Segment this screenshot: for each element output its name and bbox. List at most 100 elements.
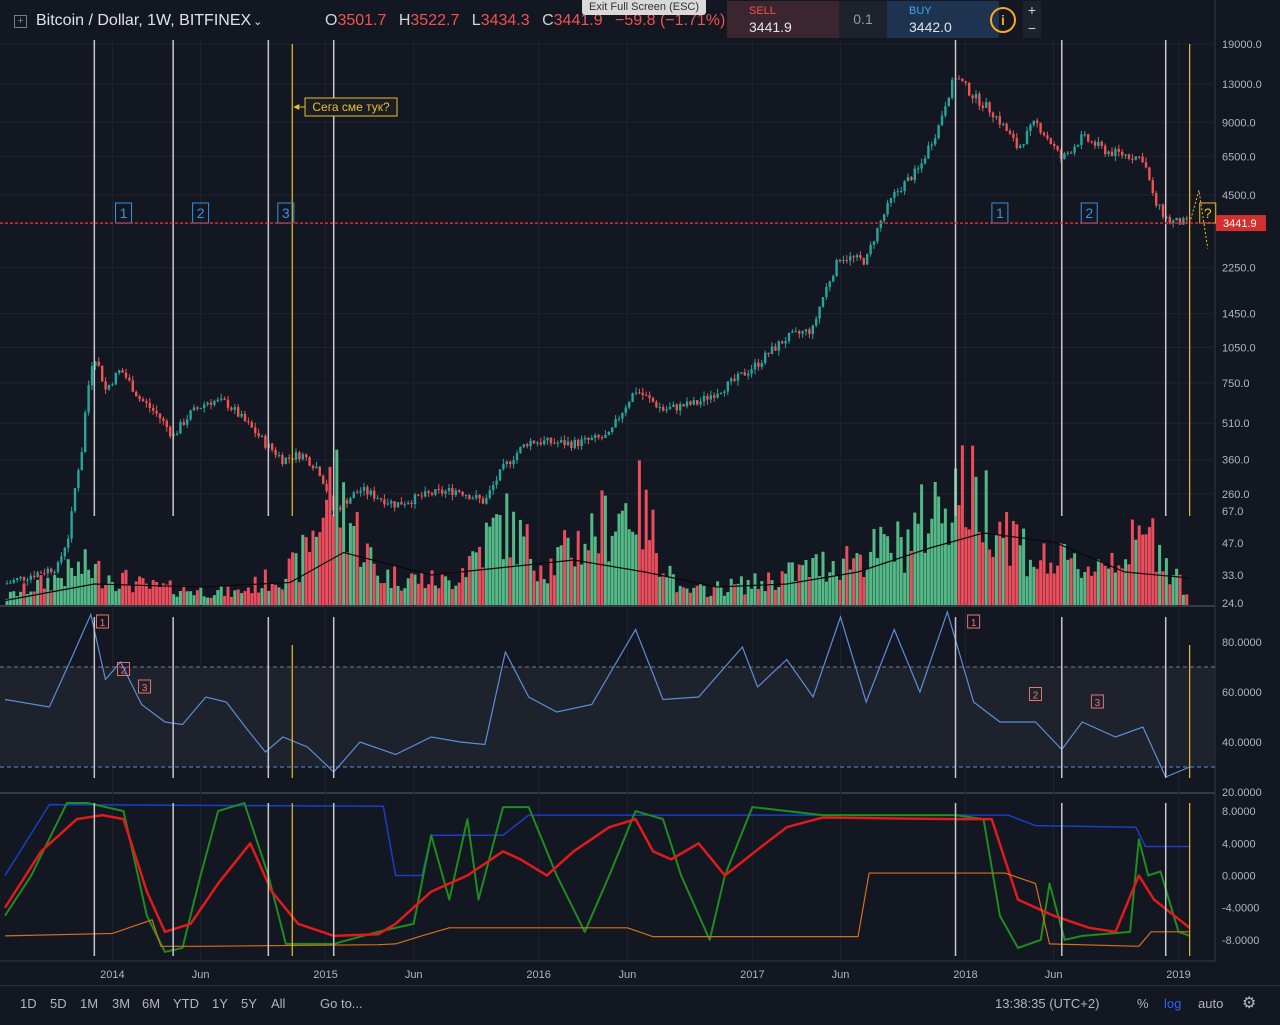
candle-body xyxy=(685,401,689,407)
candle-body xyxy=(957,78,961,80)
volume-bar xyxy=(729,578,733,605)
range-1d[interactable]: 1D xyxy=(20,996,37,1011)
candle-body xyxy=(590,437,593,440)
chart-container[interactable]: 2014 Jun 2015 Jun 2016 Jun 2017 Jun 2018 Jun 2019 1… xyxy=(0,0,1280,1025)
candle-body xyxy=(995,116,998,118)
range-5y[interactable]: 5Y xyxy=(241,996,257,1011)
volume-bar xyxy=(253,576,257,605)
plus-icon[interactable]: + xyxy=(14,15,27,28)
candle-body xyxy=(488,490,491,498)
candle-body xyxy=(5,583,9,585)
candle-body xyxy=(859,255,862,259)
volume-bar xyxy=(478,546,482,605)
volume-bar xyxy=(597,553,601,605)
range-6m[interactable]: 6M xyxy=(142,996,160,1011)
price-tick-label: 6500.0 xyxy=(1222,151,1256,163)
candle-body xyxy=(247,421,250,423)
candle-body xyxy=(645,395,648,397)
chart-canvas[interactable]: 2014 Jun 2015 Jun 2016 Jun 2017 Jun 2018 Jun 2019 1… xyxy=(0,0,1280,985)
volume-bar xyxy=(66,559,70,605)
volume-bar xyxy=(212,595,216,605)
range-ytd[interactable]: YTD xyxy=(173,996,199,1011)
volume-bar xyxy=(1018,545,1022,605)
rsi-label: 2 xyxy=(1033,691,1039,702)
sell-button[interactable]: SELL 3441.9 xyxy=(727,1,839,38)
volume-bar xyxy=(818,576,822,605)
range-3m[interactable]: 3M xyxy=(112,996,130,1011)
candle-body xyxy=(566,441,570,446)
gear-icon[interactable]: ⚙ xyxy=(1242,993,1256,1013)
candle-body xyxy=(315,466,318,469)
volume-bar xyxy=(736,583,740,605)
candle-body xyxy=(961,78,964,82)
volume-bar xyxy=(403,588,407,605)
info-icon[interactable]: i xyxy=(990,7,1016,33)
candle-body xyxy=(97,361,100,366)
candle-body xyxy=(271,443,274,450)
volume-bar xyxy=(1025,576,1029,605)
osc-tick-label: 0.0000 xyxy=(1222,870,1256,882)
volume-bar xyxy=(1042,543,1046,605)
candle-body xyxy=(672,404,675,407)
quantity-field[interactable]: 0.1 xyxy=(839,1,887,38)
volume-bar xyxy=(151,580,155,605)
candle-body xyxy=(22,576,26,581)
auto-toggle[interactable]: auto xyxy=(1198,996,1223,1011)
candle-body xyxy=(583,437,587,440)
exit-fullscreen-button[interactable]: Exit Full Screen (ESC) xyxy=(582,0,706,15)
zoom-in-button[interactable]: + xyxy=(1023,1,1041,19)
volume-bar xyxy=(355,511,359,605)
candle-body xyxy=(1110,151,1114,156)
percent-toggle[interactable]: % xyxy=(1137,996,1149,1011)
volume-bar xyxy=(90,578,94,605)
candle-body xyxy=(403,504,406,506)
volume-bar xyxy=(913,512,917,605)
volume-bar xyxy=(192,595,196,605)
symbol-title[interactable]: Bitcoin / Dollar, 1W, BITFINEX ⌄ xyxy=(36,12,262,30)
candle-body xyxy=(179,421,182,434)
candle-body xyxy=(396,502,400,508)
range-all[interactable]: All xyxy=(271,996,285,1011)
range-5d[interactable]: 5D xyxy=(50,996,67,1011)
candle-body xyxy=(818,306,821,319)
volume-bar xyxy=(920,484,924,605)
volume-bar xyxy=(665,576,669,605)
candle-body xyxy=(699,401,702,405)
volume-bar xyxy=(631,531,635,605)
volume-bar xyxy=(916,523,920,605)
volume-bar xyxy=(930,518,934,605)
candle-body xyxy=(352,492,355,499)
candle-body xyxy=(580,439,583,447)
volume-bar xyxy=(236,589,240,605)
range-1y[interactable]: 1Y xyxy=(212,996,228,1011)
candle-body xyxy=(87,385,90,413)
volume-bar xyxy=(1093,571,1097,605)
log-toggle[interactable]: log xyxy=(1164,996,1181,1011)
volume-bar xyxy=(903,572,907,605)
x-tick-label: 2014 xyxy=(100,969,124,981)
buy-button[interactable]: BUY 3442.0 xyxy=(887,1,999,38)
candle-body xyxy=(923,158,927,164)
candle-body xyxy=(736,373,740,381)
candle-body xyxy=(794,331,797,333)
zoom-out-button[interactable]: − xyxy=(1023,19,1041,37)
open-value: 3501.7 xyxy=(337,12,387,29)
volume-bar xyxy=(994,534,998,605)
candle-body xyxy=(209,402,213,405)
candle-body xyxy=(1022,144,1025,146)
candle-body xyxy=(519,447,522,454)
goto-button[interactable]: Go to... xyxy=(320,996,363,1011)
candle-body xyxy=(70,511,73,539)
volume-bar xyxy=(712,586,716,605)
chevron-down-icon[interactable]: ⌄ xyxy=(253,16,262,28)
volume-bar xyxy=(892,561,896,605)
range-1m[interactable]: 1M xyxy=(80,996,98,1011)
candle-body xyxy=(1042,132,1046,136)
volume-bar xyxy=(841,558,845,605)
rsi-band xyxy=(0,667,1215,767)
volume-bar xyxy=(610,535,614,605)
candle-body xyxy=(1158,204,1161,206)
volume-bar xyxy=(437,588,441,605)
candle-body xyxy=(468,495,471,500)
candle-body xyxy=(1073,146,1076,153)
